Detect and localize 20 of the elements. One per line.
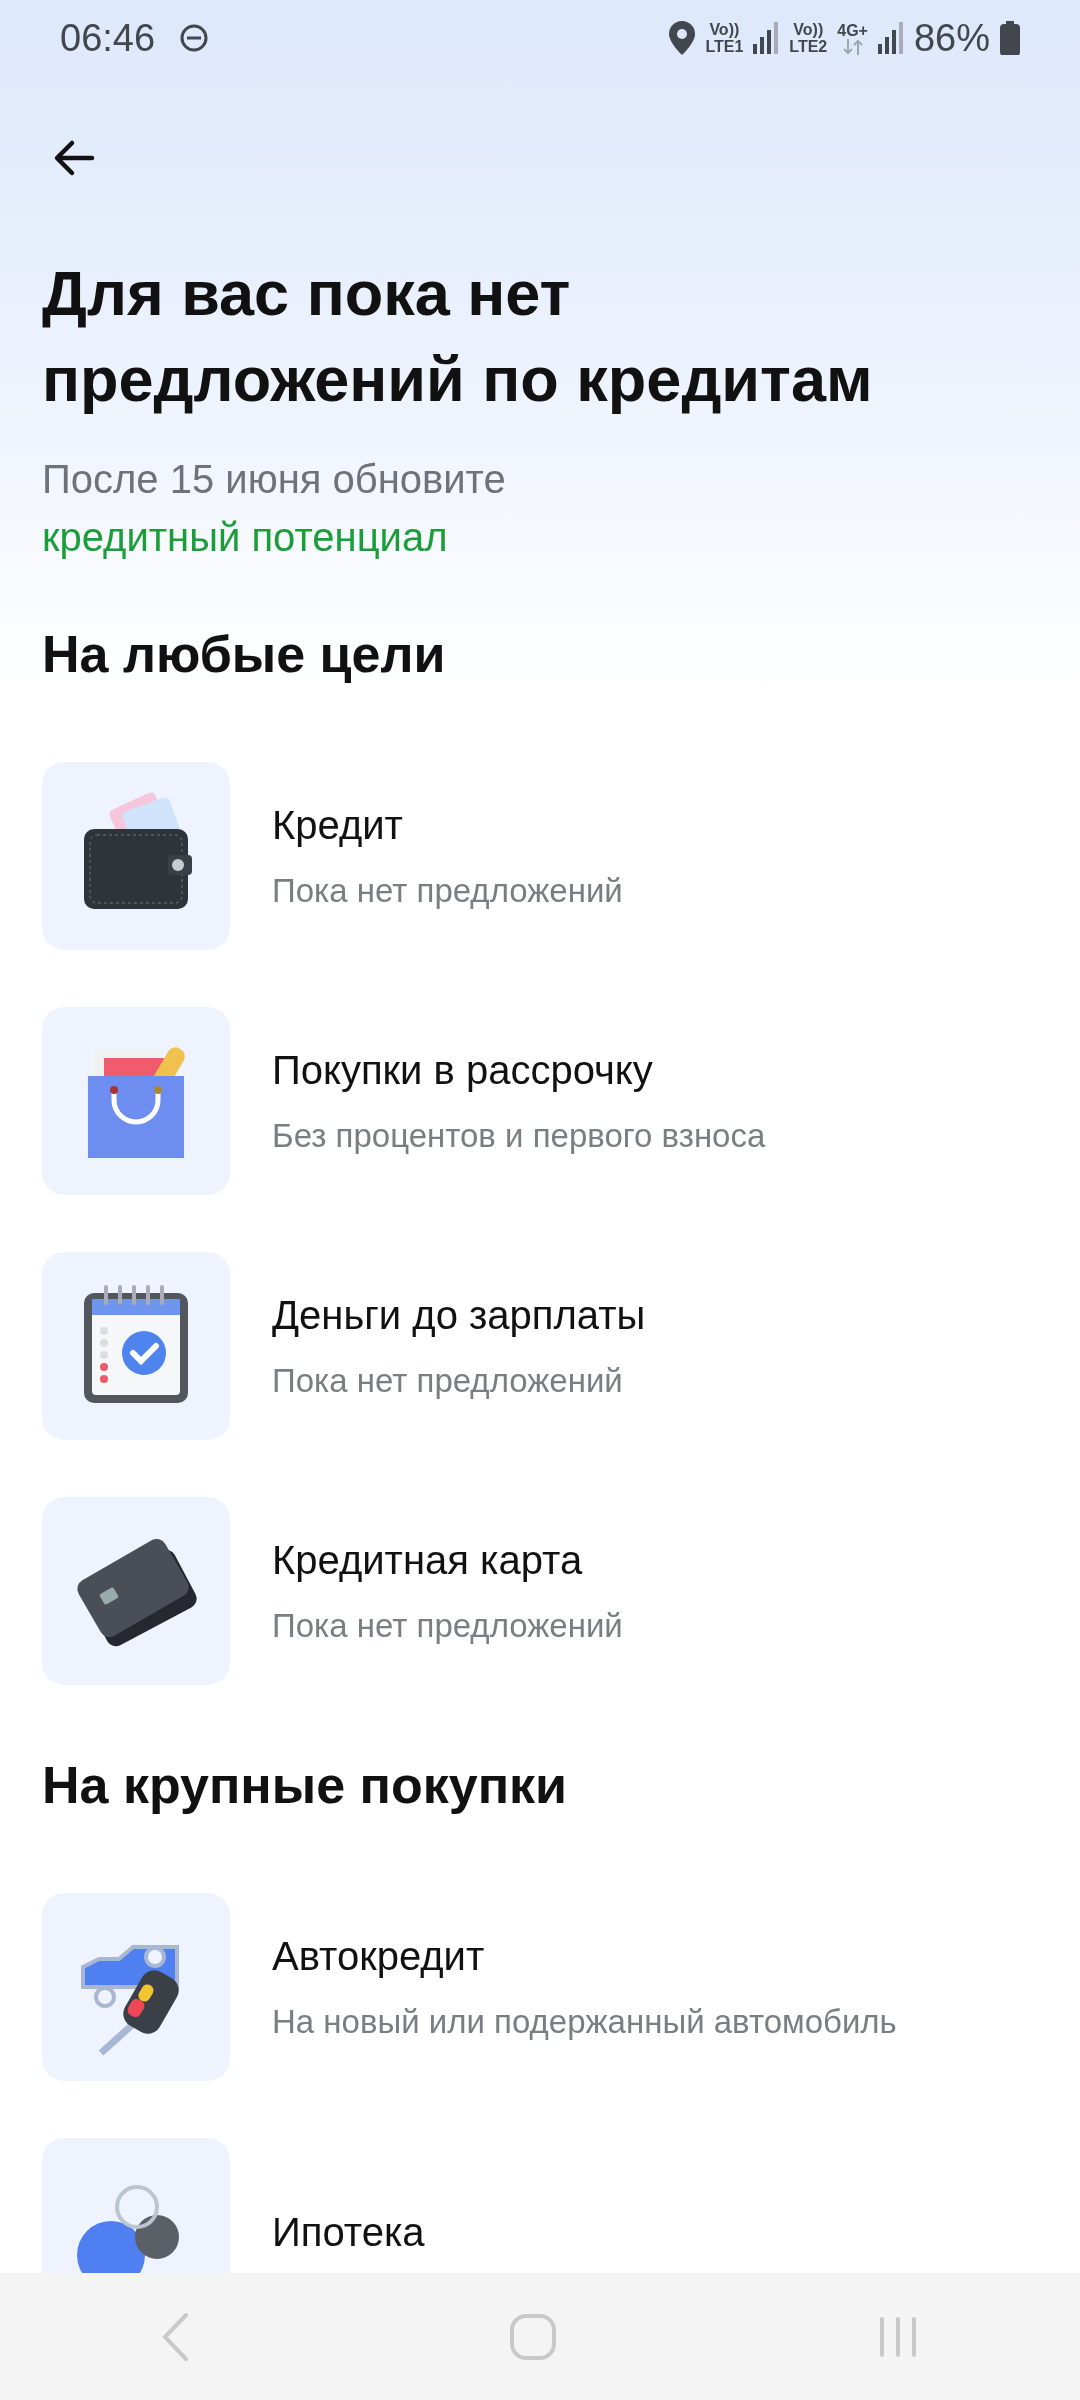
product-description: Пока нет предложений [272,871,623,910]
product-title[interactable]: Покупки в рассрочку [272,1047,766,1093]
product-title[interactable]: Ипотека [272,2209,425,2255]
product-description: На новый или подержанный автомобиль [272,2002,897,2041]
clock: 06:46 [60,16,156,60]
network-indicator: 4G+ [837,21,868,55]
product-description: Пока нет предложений [272,1361,624,1400]
battery-percent: 86% [913,16,990,60]
product-title[interactable]: Кредитная карта [272,1537,623,1583]
product-title[interactable]: Деньги до зарплаты [272,1292,646,1338]
volte-indicator: Vo)) LTE2 [789,21,828,55]
product-title[interactable]: Кредит [272,802,623,848]
section-heading: На крупные покупки [42,1755,569,1816]
subtitle-text: После 15 июня обновите кредитный потенциал [42,456,507,561]
product-description: Пока нет предложений [272,1606,623,1645]
product-title[interactable]: Автокредит [272,1933,897,1979]
page-title: Для вас пока нет предложений по кредитам [42,257,874,416]
section-heading: На любые цели [42,624,447,685]
volte-indicator: Vo)) LTE1 [705,21,744,55]
product-description: Без процентов и первого взноса [272,1116,766,1155]
